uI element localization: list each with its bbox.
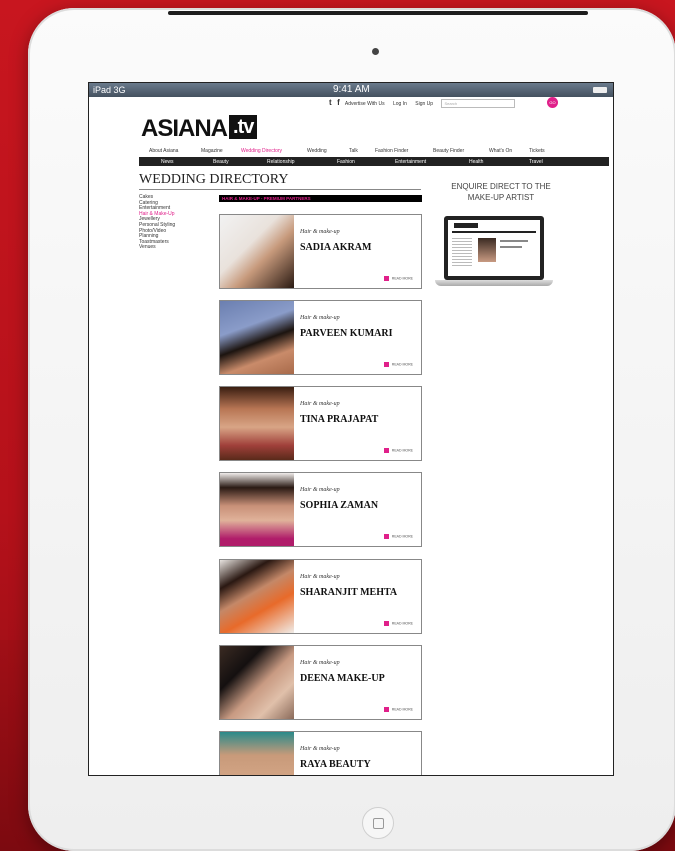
front-camera-icon [372,48,379,55]
nav-talk[interactable]: Talk [349,148,358,154]
logo-text: ASIANA [141,115,228,142]
listing-card[interactable]: Hair & make-up SADIA AKRAM READ MORE [219,214,422,289]
read-more-label: READ MORE [391,448,413,453]
enquire-line-1: ENQUIRE DIRECT TO THE [451,182,551,191]
nav-wedding-directory[interactable]: Wedding Directory [241,148,282,154]
listing-photo [220,560,294,633]
listing-photo [220,646,294,719]
read-more-label: READ MORE [391,707,413,712]
listing-name: SOPHIA ZAMAN [300,500,379,511]
sidebar-categories: Cakes Catering Entertainment Hair & Make… [139,194,175,251]
subnav-travel[interactable]: Travel [529,159,543,165]
listing-photo [220,387,294,460]
advertise-link[interactable]: Advertise With Us [345,101,385,107]
search-go-button[interactable]: GO [547,97,558,108]
read-more-button[interactable]: READ MORE [383,707,413,712]
carrier-label: iPad 3G [93,85,126,95]
pink-arrow-icon [383,448,389,453]
listing-card[interactable]: Hair & make-up DEENA MAKE-UP READ MORE [219,645,422,720]
page-title: WEDDING DIRECTORY [139,172,289,187]
read-more-button[interactable]: READ MORE [383,448,413,453]
device-top-edge [168,11,588,15]
nav-whats-on[interactable]: What's On [489,148,512,154]
pink-arrow-icon [383,276,389,281]
listing-name: PARVEEN KUMARI [300,328,393,339]
nav-about[interactable]: About Asiana [149,148,178,154]
enquire-heading: ENQUIRE DIRECT TO THE MAKE-UP ARTIST [431,181,571,203]
laptop-promo-image[interactable] [435,216,553,288]
home-square-icon [373,818,384,829]
nav-wedding[interactable]: Wedding [307,148,327,154]
pink-arrow-icon [383,621,389,626]
read-more-label: READ MORE [391,621,413,626]
ipad-screen: iPad 3G 9:41 AM t f Advertise With Us Lo… [88,82,614,776]
listing-category: Hair & make-up [300,574,340,580]
listing-card[interactable]: Hair & make-up PARVEEN KUMARI READ MORE [219,300,422,375]
read-more-label: READ MORE [391,534,413,539]
partners-header: HAIR & MAKE-UP - PREMIUM PARTNERS [219,195,422,202]
listing-card[interactable]: Hair & make-up RAYA BEAUTY [219,731,422,775]
pink-arrow-icon [383,362,389,367]
subnav-fashion[interactable]: Fashion [337,159,355,165]
listing-photo [220,215,294,288]
listing-category: Hair & make-up [300,487,340,493]
read-more-label: READ MORE [391,362,413,367]
top-nav: t f Advertise With Us Log In Sign Up Sea… [329,98,522,109]
subnav-beauty[interactable]: Beauty [213,159,229,165]
sidebar-item-venues[interactable]: Venues [139,245,175,251]
listing-name: DEENA MAKE-UP [300,673,385,684]
listing-name: RAYA BEAUTY [300,759,371,770]
nav-fashion-finder[interactable]: Fashion Finder [375,148,408,154]
listing-photo [220,732,294,775]
read-more-button[interactable]: READ MORE [383,621,413,626]
read-more-button[interactable]: READ MORE [383,362,413,367]
subnav-entertainment[interactable]: Entertainment [395,159,426,165]
subnav-health[interactable]: Health [469,159,483,165]
listing-category: Hair & make-up [300,229,340,235]
asiana-logo[interactable]: ASIANA .tv [141,115,258,143]
pink-arrow-icon [383,534,389,539]
listing-photo [220,301,294,374]
pink-arrow-icon [383,707,389,712]
sub-nav: News Beauty Relationship Fashion Enterta… [139,157,609,166]
search-input[interactable]: Search [441,99,516,109]
logo-tv-badge: .tv [229,115,258,139]
signup-link[interactable]: Sign Up [415,101,433,107]
read-more-button[interactable]: READ MORE [383,534,413,539]
listing-category: Hair & make-up [300,315,340,321]
read-more-button[interactable]: READ MORE [383,276,413,281]
read-more-label: READ MORE [391,276,413,281]
enquire-line-2: MAKE-UP ARTIST [467,193,535,202]
nav-beauty-finder[interactable]: Beauty Finder [433,148,464,154]
status-time: 9:41 AM [333,84,370,95]
listing-card[interactable]: Hair & make-up SHARANJIT MEHTA READ MORE [219,559,422,634]
subnav-relationship[interactable]: Relationship [267,159,295,165]
listing-card[interactable]: Hair & make-up SOPHIA ZAMAN READ MORE [219,472,422,547]
laptop-screen [444,216,544,280]
battery-icon [593,87,607,93]
listing-card[interactable]: Hair & make-up TINA PRAJAPAT READ MORE [219,386,422,461]
listing-category: Hair & make-up [300,746,340,752]
listing-name: SADIA AKRAM [300,242,372,253]
subnav-news[interactable]: News [161,159,174,165]
twitter-icon[interactable]: t [329,98,332,107]
facebook-icon[interactable]: f [337,98,340,107]
listing-name: TINA PRAJAPAT [300,414,379,425]
listing-photo [220,473,294,546]
home-button[interactable] [362,807,394,839]
status-bar: iPad 3G 9:41 AM [89,83,613,97]
nav-tickets[interactable]: Tickets [529,148,545,154]
main-nav: About Asiana Magazine Wedding Directory … [139,147,609,155]
login-link[interactable]: Log In [393,101,407,107]
nav-magazine[interactable]: Magazine [201,148,223,154]
laptop-base [435,280,553,286]
listing-category: Hair & make-up [300,401,340,407]
listing-category: Hair & make-up [300,660,340,666]
laptop-screen-content [448,220,540,276]
listing-name: SHARANJIT MEHTA [300,587,398,598]
title-divider [139,189,421,190]
